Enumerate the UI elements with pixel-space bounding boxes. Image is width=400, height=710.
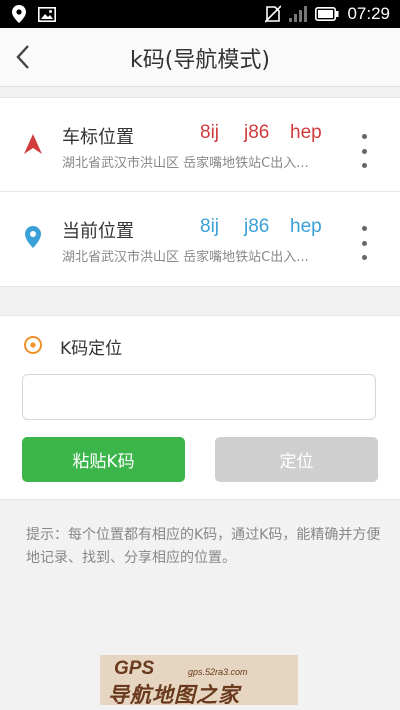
location-pin-icon: [25, 226, 41, 248]
battery-icon: [315, 7, 339, 21]
kcode-input-segment-2[interactable]: [204, 375, 385, 421]
kcode-part-3: hep: [290, 122, 322, 143]
kcode-input-segment-3[interactable]: [385, 375, 400, 421]
hint-text: 提示：每个位置都有相应的K码，通过K码，能精确并方便地记录、找到、分享相应的位置…: [26, 527, 381, 566]
status-time: 07:29: [347, 4, 390, 23]
location-item-current[interactable]: 当前位置 8ij j86 hep 湖北省武汉市洪山区 岳家嘴地铁站C出入...: [0, 192, 400, 285]
nav-bar: k码(导航模式): [0, 28, 400, 87]
location-status-icon: [12, 5, 26, 23]
locate-button[interactable]: 定位: [215, 437, 378, 482]
location-address: 湖北省武汉市洪山区 岳家嘴地铁站C出入...: [62, 250, 309, 265]
car-marker-icon: [24, 134, 42, 154]
section-title: K码定位: [60, 339, 123, 359]
kcode-part-1: 8ij: [200, 122, 220, 143]
location-item-car[interactable]: 车标位置 8ij j86 hep 湖北省武汉市洪山区 岳家嘴地铁站C出入...: [0, 98, 400, 192]
kcode-input-segment-1[interactable]: [23, 375, 204, 421]
location-title: 当前位置: [62, 221, 134, 242]
signal-icon: [289, 6, 308, 22]
no-sim-icon: [265, 5, 282, 23]
page-title: k码(导航模式): [130, 48, 270, 73]
more-options-button[interactable]: [356, 134, 372, 168]
watermark-name: 导航地图之家: [108, 683, 240, 705]
watermark-logo: GPS gps.52ra3.com 导航地图之家: [100, 655, 298, 705]
location-address: 湖北省武汉市洪山区 岳家嘴地铁站C出入...: [62, 156, 309, 171]
watermark-brand: GPS: [114, 658, 155, 679]
paste-kcode-button[interactable]: 粘贴K码: [22, 437, 185, 482]
gallery-notification-icon: [38, 6, 56, 22]
kcode-locate-section: K码定位 粘贴K码 定位: [0, 315, 400, 500]
location-title: 车标位置: [62, 127, 134, 148]
target-icon: [24, 336, 42, 354]
kcode-input: [22, 374, 400, 421]
kcode-part-1: 8ij: [200, 216, 220, 237]
status-bar: 07:29: [0, 0, 400, 28]
kcode-part-2: j86: [244, 122, 270, 143]
location-list: 车标位置 8ij j86 hep 湖北省武汉市洪山区 岳家嘴地铁站C出入... …: [0, 97, 400, 287]
kcode-part-3: hep: [290, 216, 322, 237]
more-options-button[interactable]: [356, 226, 372, 260]
watermark-url: gps.52ra3.com: [188, 667, 248, 677]
kcode-part-2: j86: [244, 216, 270, 237]
